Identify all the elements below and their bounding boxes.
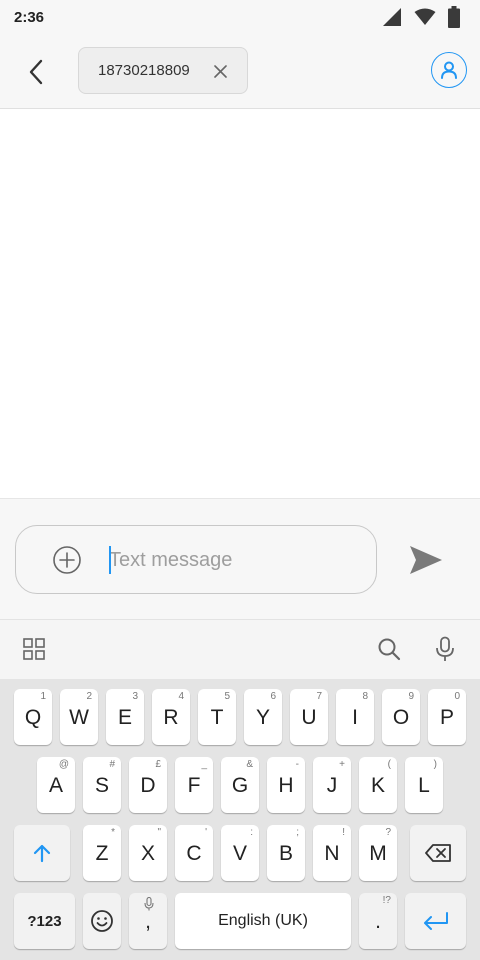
add-circle-icon xyxy=(53,546,81,574)
person-icon xyxy=(441,61,457,79)
status-icons xyxy=(382,6,460,28)
remove-recipient-button[interactable] xyxy=(211,62,229,80)
comma-key[interactable]: , xyxy=(129,893,167,949)
symbols-key[interactable]: ?123 xyxy=(14,893,75,949)
grid-icon xyxy=(23,638,45,660)
key-r[interactable]: 4R xyxy=(152,689,190,745)
close-icon xyxy=(213,64,227,78)
app-bar: 18730218809 xyxy=(0,36,480,109)
key-j[interactable]: + J xyxy=(313,757,351,813)
compose-bar xyxy=(0,498,480,619)
microphone-icon xyxy=(436,636,454,661)
battery-icon xyxy=(448,6,460,28)
recipient-chip[interactable]: 18730218809 xyxy=(78,47,248,94)
send-button[interactable] xyxy=(406,542,446,578)
keyboard: 1Q 2W 3E 4R 5T 6Y 7U 8I 9O 0P @ A # S £ D _… xyxy=(0,679,480,960)
key-d[interactable]: £ D xyxy=(129,757,167,813)
key-c[interactable]: ' C xyxy=(175,825,213,881)
apps-button[interactable] xyxy=(21,636,47,662)
keyboard-toolbar xyxy=(0,619,480,679)
status-time: 2:36 xyxy=(14,9,45,26)
smiley-icon xyxy=(91,910,113,932)
key-q[interactable]: 1Q xyxy=(14,689,52,745)
key-t[interactable]: 5T xyxy=(198,689,236,745)
key-m[interactable]: ? M xyxy=(359,825,397,881)
back-button[interactable] xyxy=(20,54,52,90)
status-bar: 2:36 xyxy=(0,0,480,36)
enter-icon xyxy=(423,912,448,930)
key-b[interactable]: ; B xyxy=(267,825,305,881)
conversation-area xyxy=(0,110,480,498)
key-g[interactable]: & G xyxy=(221,757,259,813)
key-x[interactable]: " X xyxy=(129,825,167,881)
key-z[interactable]: * Z xyxy=(83,825,121,881)
microphone-hint-icon xyxy=(144,897,154,911)
key-p[interactable]: 0P xyxy=(428,689,466,745)
chevron-left-icon xyxy=(29,59,43,85)
key-w[interactable]: 2W xyxy=(60,689,98,745)
signal-icon xyxy=(383,8,401,26)
attach-button[interactable] xyxy=(52,545,82,575)
emoji-key[interactable] xyxy=(83,893,121,949)
key-n[interactable]: ! N xyxy=(313,825,351,881)
key-l[interactable]: ) L xyxy=(405,757,443,813)
key-h[interactable]: -H xyxy=(267,757,305,813)
send-icon xyxy=(410,546,442,574)
enter-key[interactable] xyxy=(405,893,466,949)
wifi-icon xyxy=(414,8,436,25)
key-v[interactable]: :V xyxy=(221,825,259,881)
key-e[interactable]: 3E xyxy=(106,689,144,745)
key-y[interactable]: 6Y xyxy=(244,689,282,745)
key-o[interactable]: 9O xyxy=(382,689,420,745)
key-k[interactable]: (K xyxy=(359,757,397,813)
key-a[interactable]: @ A xyxy=(37,757,75,813)
shift-key[interactable] xyxy=(14,825,70,881)
space-key[interactable]: English (UK) xyxy=(175,893,351,949)
search-icon xyxy=(378,638,401,661)
backspace-key[interactable] xyxy=(410,825,466,881)
recipient-number: 18730218809 xyxy=(98,62,190,79)
key-f[interactable]: _ F xyxy=(175,757,213,813)
key-i[interactable]: 8I xyxy=(336,689,374,745)
text-cursor xyxy=(109,546,111,574)
search-button[interactable] xyxy=(376,636,402,662)
contact-button[interactable] xyxy=(431,52,467,88)
period-key[interactable]: !?. xyxy=(359,893,397,949)
key-s[interactable]: # S xyxy=(83,757,121,813)
compose-field[interactable] xyxy=(15,525,377,594)
backspace-icon xyxy=(425,844,451,862)
key-u[interactable]: 7U xyxy=(290,689,328,745)
voice-input-button[interactable] xyxy=(432,636,458,662)
message-input[interactable] xyxy=(109,544,349,576)
shift-arrow-icon xyxy=(33,844,51,863)
